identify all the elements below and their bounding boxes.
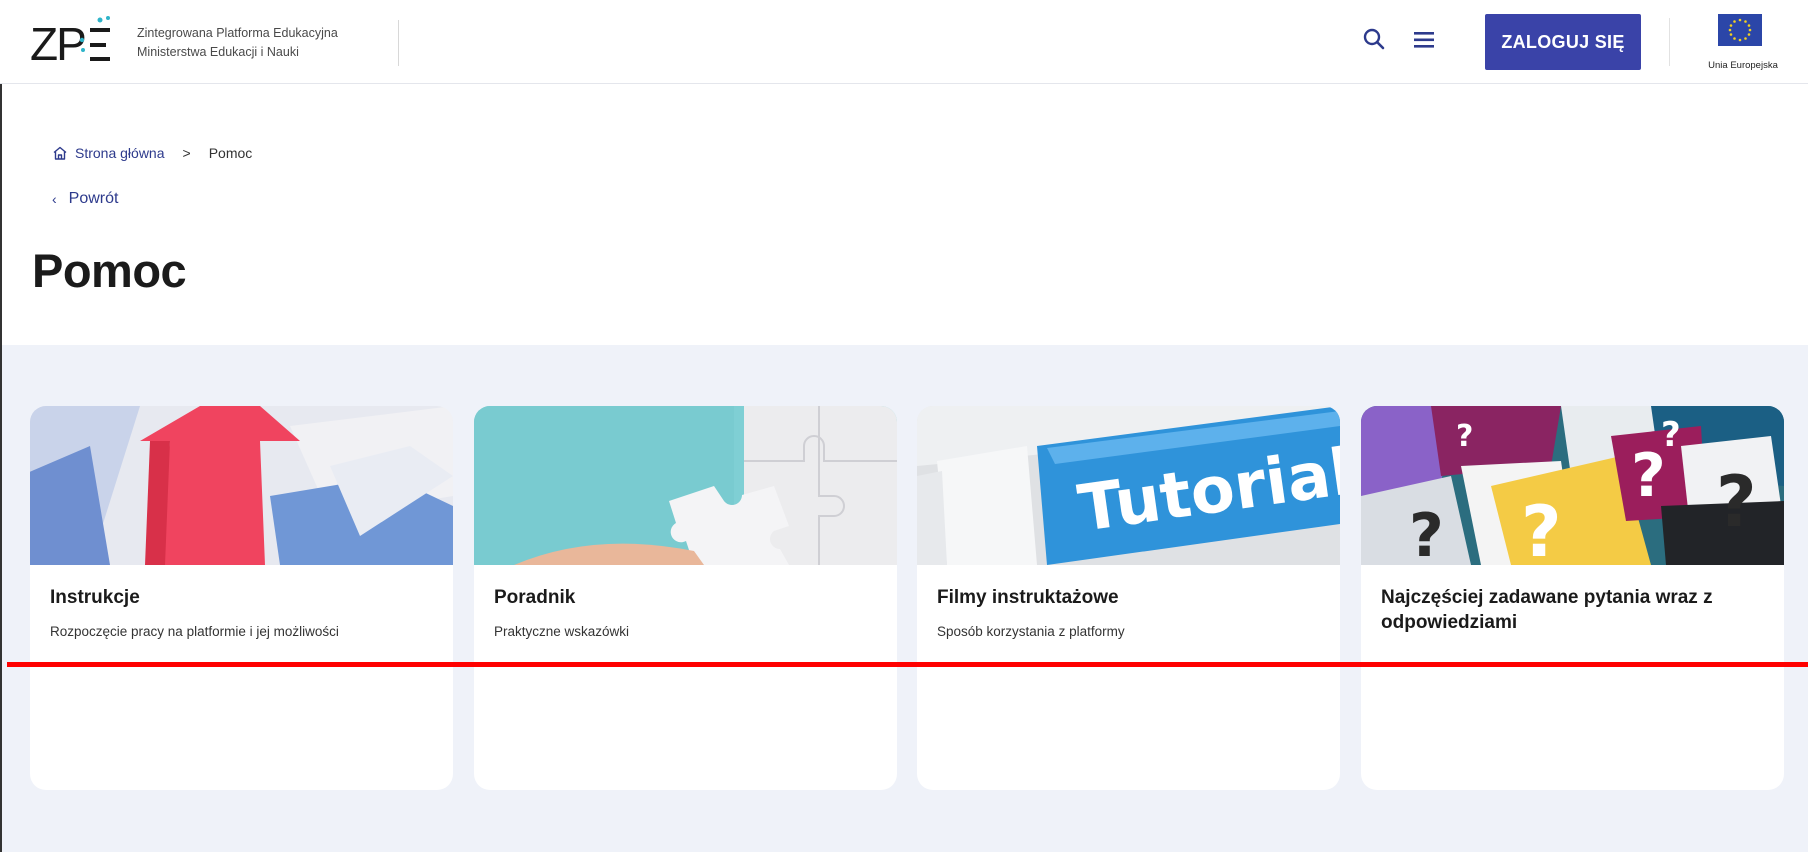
card-instrukcje[interactable]: Instrukcje Rozpoczęcie pracy na platform…	[30, 406, 453, 790]
breadcrumb-current: Pomoc	[208, 145, 253, 161]
breadcrumb-home-label: Strona główna	[75, 145, 165, 161]
card-poradnik[interactable]: Poradnik Praktyczne wskazówki	[474, 406, 897, 790]
card-title: Instrukcje	[50, 587, 140, 608]
card-title: Najczęściej zadawane pytania wraz z odpo…	[1381, 587, 1713, 633]
page-title: Pomoc	[32, 244, 187, 297]
logo-text: Zintegrowana Platforma Edukacyjna Minist…	[137, 24, 338, 62]
chevron-left-icon: ‹	[52, 191, 57, 207]
card-faq[interactable]: ? ? ? ? ? ? Najczęściej zadawane pytania…	[1361, 406, 1784, 790]
back-label: Powrót	[68, 190, 119, 207]
card-description: Rozpoczęcie pracy na platformie i jej mo…	[50, 624, 339, 639]
home-icon	[53, 146, 67, 160]
logo-line2: Ministerstwa Edukacji i Nauki	[137, 45, 299, 59]
annotation-red-line	[7, 662, 1808, 667]
menu-button[interactable]	[1410, 25, 1440, 55]
divider	[398, 20, 399, 66]
card-description: Sposób korzystania z platformy	[937, 624, 1125, 639]
puzzle-pieces-image	[474, 406, 897, 565]
site-header: ZP Zintegrowana Platforma Edukacyjna Min…	[0, 0, 1808, 84]
eu-label: Unia Europejska	[1708, 60, 1778, 71]
svg-text:?: ?	[1661, 415, 1681, 455]
card-description: Praktyczne wskazówki	[494, 624, 630, 639]
search-button[interactable]	[1360, 25, 1390, 55]
svg-text:ZP: ZP	[30, 18, 85, 70]
card-filmy-instruktazowe[interactable]: Tutorial Filmy instruktażowe Sposób korz…	[917, 406, 1340, 790]
question-marks-image: ? ? ? ? ? ?	[1361, 406, 1784, 565]
login-button[interactable]: ZALOGUJ SIĘ	[1485, 14, 1641, 70]
svg-text:?: ?	[1521, 491, 1562, 565]
search-icon	[1363, 28, 1385, 50]
svg-text:?: ?	[1409, 501, 1444, 565]
logo-line1: Zintegrowana Platforma Edukacyjna	[137, 26, 338, 40]
back-link[interactable]: ‹ Powrót	[52, 190, 118, 208]
zpe-logo[interactable]: ZP	[30, 14, 116, 72]
card-title: Poradnik	[494, 587, 576, 608]
breadcrumb-separator: >	[182, 145, 191, 161]
colored-arrows-image	[30, 406, 453, 565]
eu-flag-icon[interactable]	[1718, 14, 1762, 46]
svg-text:?: ?	[1456, 419, 1473, 454]
svg-text:?: ?	[1716, 461, 1757, 543]
divider	[1669, 18, 1670, 66]
hamburger-menu-icon	[1414, 32, 1434, 48]
breadcrumb-home-link[interactable]: Strona główna	[52, 145, 165, 161]
breadcrumb: Strona główna > Pomoc	[52, 145, 252, 161]
tutorial-keyboard-image: Tutorial	[917, 406, 1340, 565]
card-title: Filmy instruktażowe	[937, 587, 1119, 608]
